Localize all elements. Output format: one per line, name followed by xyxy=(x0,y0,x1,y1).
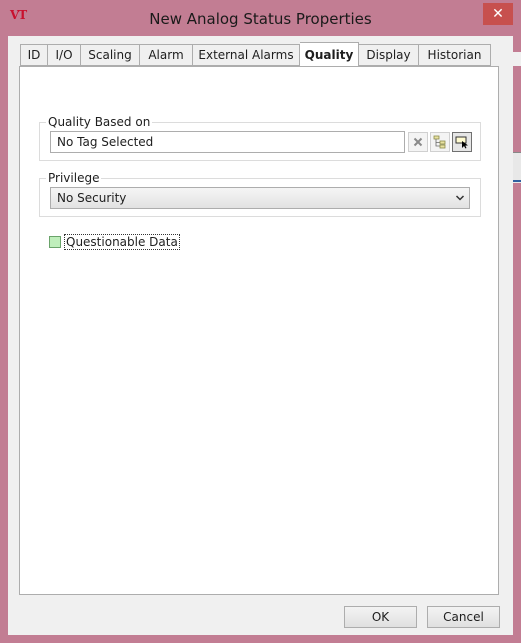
quality-tag-field[interactable]: No Tag Selected xyxy=(50,131,405,153)
background-window-edge xyxy=(513,180,521,182)
clear-icon xyxy=(413,137,423,147)
privilege-value: No Security xyxy=(57,191,127,205)
questionable-data-color-swatch[interactable] xyxy=(49,236,61,248)
select-tag-icon xyxy=(455,136,468,149)
tab-strip: ID I/O Scaling Alarm External Alarms Qua… xyxy=(20,42,491,66)
tab-external-alarms[interactable]: External Alarms xyxy=(193,44,300,66)
clear-tag-button[interactable] xyxy=(408,132,428,152)
tab-scaling[interactable]: Scaling xyxy=(81,44,140,66)
privilege-group: Privilege No Security xyxy=(39,171,481,217)
dialog-window: VT New Analog Status Properties ✕ ID I/O… xyxy=(0,0,521,643)
ok-button[interactable]: OK xyxy=(344,606,417,628)
chevron-down-icon xyxy=(455,188,465,216)
dialog-client-area: ID I/O Scaling Alarm External Alarms Qua… xyxy=(8,36,513,635)
cancel-button[interactable]: Cancel xyxy=(427,606,500,628)
window-title: New Analog Status Properties xyxy=(149,10,372,28)
select-tag-button[interactable] xyxy=(452,132,472,152)
close-icon: ✕ xyxy=(492,6,504,22)
tab-quality[interactable]: Quality xyxy=(300,42,359,66)
tab-id[interactable]: ID xyxy=(20,44,48,66)
privilege-label: Privilege xyxy=(46,171,102,185)
background-window-edge xyxy=(513,52,521,66)
background-window-edge xyxy=(513,152,521,183)
quality-tab-panel: Quality Based on No Tag Selected Privile… xyxy=(19,66,499,595)
questionable-data-label[interactable]: Questionable Data xyxy=(64,234,180,250)
tab-historian[interactable]: Historian xyxy=(419,44,491,66)
title-bar[interactable]: VT New Analog Status Properties ✕ xyxy=(0,0,521,36)
questionable-data-row[interactable]: Questionable Data xyxy=(49,234,180,250)
quality-based-on-label: Quality Based on xyxy=(46,115,153,129)
privilege-select[interactable]: No Security xyxy=(50,187,470,209)
tab-display[interactable]: Display xyxy=(359,44,419,66)
tab-io[interactable]: I/O xyxy=(48,44,81,66)
close-button[interactable]: ✕ xyxy=(483,3,513,25)
tag-browser-icon xyxy=(433,135,446,149)
quality-based-on-group: Quality Based on No Tag Selected xyxy=(39,115,481,161)
tag-browser-button[interactable] xyxy=(430,132,450,152)
tab-alarm[interactable]: Alarm xyxy=(140,44,193,66)
